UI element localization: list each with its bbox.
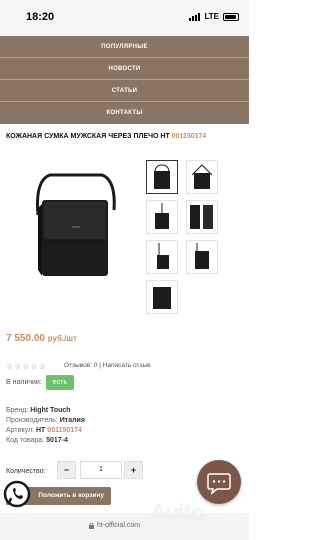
site-menu: ПОПУЛЯРНЫЕ НОВОСТИ СТАТЬИ КОНТАКТЫ bbox=[0, 36, 249, 124]
avito-watermark: Avito bbox=[150, 500, 205, 527]
lock-icon bbox=[89, 522, 94, 529]
signal-icon bbox=[189, 12, 201, 21]
menu-item-articles[interactable]: СТАТЬИ bbox=[0, 80, 249, 102]
thumbnail-6[interactable] bbox=[186, 240, 218, 274]
status-indicators: LTE bbox=[189, 12, 239, 21]
thumbnail-7[interactable] bbox=[146, 280, 178, 314]
spec-maker: Производитель: Италия bbox=[6, 417, 85, 424]
product-title-text: КОЖАНАЯ СУМКА МУЖСКАЯ ЧЕРЕЗ ПЛЕЧО HT bbox=[6, 133, 170, 140]
product-specs: Бренд: Hight Touch Производитель: Италия… bbox=[6, 406, 85, 446]
thumbnail-4[interactable] bbox=[186, 200, 218, 234]
spec-brand: Бренд: Hight Touch bbox=[6, 407, 71, 414]
reviews-separator: | bbox=[99, 362, 101, 369]
chat-button[interactable] bbox=[197, 460, 241, 504]
brand-value[interactable]: Hight Touch bbox=[30, 407, 70, 414]
chat-icon bbox=[207, 473, 231, 495]
url-text: ht-official.com bbox=[97, 522, 141, 529]
status-bar: 18:20 LTE bbox=[0, 0, 249, 36]
write-review-link[interactable]: Написать отзыв bbox=[103, 362, 151, 369]
menu-item-news[interactable]: НОВОСТИ bbox=[0, 58, 249, 80]
product-main-image[interactable] bbox=[30, 170, 122, 280]
quantity-plus-button[interactable]: + bbox=[124, 461, 143, 479]
spec-code: Код товара: 5017-4 bbox=[6, 437, 68, 444]
thumbnail-1[interactable] bbox=[146, 160, 178, 194]
rating-stars[interactable]: ☆☆☆☆☆ bbox=[6, 362, 47, 371]
price-value: 7 550.00 bbox=[6, 333, 45, 344]
code-value: 5017-4 bbox=[46, 437, 68, 444]
battery-icon bbox=[223, 12, 239, 21]
network-label: LTE bbox=[204, 12, 219, 21]
thumbnail-5[interactable] bbox=[146, 240, 178, 274]
product-title: КОЖАНАЯ СУМКА МУЖСКАЯ ЧЕРЕЗ ПЛЕЧО HT 001… bbox=[6, 133, 206, 140]
article-prefix: HT bbox=[36, 427, 46, 434]
stock-badge: есть bbox=[46, 375, 74, 390]
menu-item-popular[interactable]: ПОПУЛЯРНЫЕ bbox=[0, 36, 249, 58]
reviews-row: Отзывов: 0 | Написать отзыв bbox=[64, 362, 151, 369]
spec-article: Артикул: HT 001150174 bbox=[6, 427, 82, 434]
whatsapp-icon[interactable] bbox=[3, 480, 31, 508]
thumbnail-3[interactable] bbox=[146, 200, 178, 234]
quantity-label: Количество: bbox=[6, 468, 46, 475]
thumbnail-2[interactable] bbox=[186, 160, 218, 194]
stock-label: В наличии: bbox=[6, 379, 42, 386]
browser-url-bar[interactable]: ht-official.com bbox=[0, 513, 249, 540]
maker-value: Италия bbox=[59, 417, 85, 424]
status-time: 18:20 bbox=[26, 11, 55, 23]
product-sku-link[interactable]: 001150174 bbox=[172, 133, 207, 140]
article-sku[interactable]: 001150174 bbox=[47, 427, 82, 434]
menu-item-contacts[interactable]: КОНТАКТЫ bbox=[0, 102, 249, 124]
product-price: 7 550.00 руб./шт bbox=[6, 333, 77, 344]
price-unit: руб./шт bbox=[47, 334, 77, 343]
quantity-input[interactable]: 1 bbox=[80, 461, 122, 479]
reviews-count: Отзывов: 0 bbox=[64, 362, 98, 369]
quantity-minus-button[interactable]: − bbox=[57, 461, 76, 479]
